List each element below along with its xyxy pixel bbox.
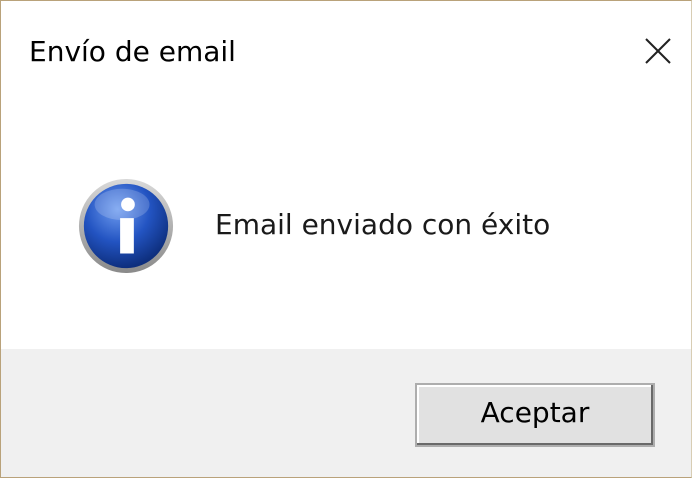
dialog-footer: Aceptar — [1, 349, 691, 477]
close-icon — [645, 38, 671, 64]
ok-button[interactable]: Aceptar — [415, 383, 655, 447]
title-bar: Envío de email — [1, 1, 691, 97]
dialog-content: Email enviado con éxito — [1, 97, 691, 349]
info-icon — [78, 178, 174, 274]
dialog-message: Email enviado con éxito — [215, 208, 551, 241]
close-button[interactable] — [599, 1, 691, 97]
message-dialog: Envío de email Email enviado con éxito A… — [0, 0, 692, 478]
dialog-title: Envío de email — [29, 35, 236, 68]
